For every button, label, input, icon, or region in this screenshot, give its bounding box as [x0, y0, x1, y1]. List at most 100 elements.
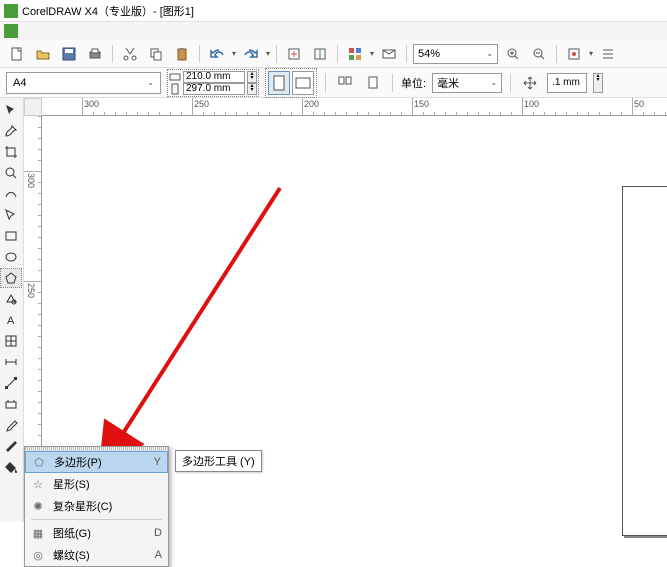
height-spinner[interactable]: ▴▾ [247, 83, 257, 95]
new-button[interactable] [6, 43, 28, 65]
nudge-icon [519, 72, 541, 94]
toolbox: A [0, 98, 24, 522]
rectangle-tool[interactable] [0, 226, 22, 246]
redo-button[interactable] [240, 43, 262, 65]
app-dropdown-icon[interactable]: ▾ [370, 49, 374, 58]
separator [392, 74, 393, 92]
welcome-button[interactable] [378, 43, 400, 65]
pick-tool[interactable] [0, 100, 22, 120]
app-launcher-button[interactable] [344, 43, 366, 65]
redo-dropdown-icon[interactable]: ▾ [266, 49, 270, 58]
standard-toolbar: ▾ ▾ ▾ 54% ⌄ ▾ [0, 40, 667, 68]
flyout-item[interactable]: ▦图纸(G)D [25, 522, 168, 544]
ellipse-tool[interactable] [0, 247, 22, 267]
separator [510, 74, 511, 92]
text-tool[interactable]: A [0, 310, 22, 330]
zoom-in-button[interactable] [502, 43, 524, 65]
flyout-item-icon: ✺ [31, 500, 45, 513]
table-tool[interactable] [0, 331, 22, 351]
portrait-button[interactable] [268, 71, 290, 95]
interactive-tool[interactable] [0, 394, 22, 414]
undo-dropdown-icon[interactable]: ▾ [232, 49, 236, 58]
flyout-item[interactable]: ⬠ 多边形(P) Y [25, 451, 168, 473]
chevron-down-icon: ⌄ [147, 78, 154, 87]
nudge-spinner[interactable]: ▴▾ [593, 73, 603, 93]
property-bar: A4 ⌄ ▴▾ ▴▾ 单位: 毫米 ⌄ ▴▾ [0, 68, 667, 98]
svg-text:A: A [7, 315, 15, 327]
tooltip: 多边形工具 (Y) [175, 450, 262, 472]
current-page-button[interactable] [362, 72, 384, 94]
flyout-item-label: 多边形(P) [54, 454, 146, 470]
flyout-item-icon: ⬠ [32, 456, 46, 469]
fill-tool[interactable] [0, 457, 22, 477]
flyout-item-icon: ◎ [31, 549, 45, 562]
tooltip-text: 多边形工具 (Y) [182, 456, 255, 468]
flyout-item-shortcut: A [155, 549, 162, 561]
eyedropper-tool[interactable] [0, 415, 22, 435]
paper-size-value: A4 [13, 77, 26, 89]
open-button[interactable] [32, 43, 54, 65]
chevron-down-icon: ⌄ [486, 49, 493, 58]
shape-tool[interactable] [0, 121, 22, 141]
flyout-item-shortcut: D [154, 527, 162, 539]
all-pages-button[interactable] [334, 72, 356, 94]
freehand-tool[interactable] [0, 184, 22, 204]
separator [276, 45, 277, 63]
units-label: 单位: [401, 75, 426, 91]
separator [556, 45, 557, 63]
chevron-down-icon: ⌄ [490, 78, 497, 87]
polygon-tool[interactable] [0, 268, 22, 288]
work-area: A 30025020015010050 300250 ⬠多边形(P)Y☆星形(S… [0, 98, 667, 522]
smart-fill-tool[interactable] [0, 205, 22, 225]
paper-size-combo[interactable]: A4 ⌄ [6, 72, 161, 94]
page-height-input[interactable] [183, 83, 245, 95]
zoom-tool[interactable] [0, 163, 22, 183]
document-bar [0, 22, 667, 40]
orientation-group [265, 68, 317, 98]
page-boundary [622, 186, 667, 536]
paste-button[interactable] [171, 43, 193, 65]
page-width-input[interactable] [183, 71, 245, 83]
undo-button[interactable] [206, 43, 228, 65]
separator [406, 45, 407, 63]
snap-dropdown-icon[interactable]: ▾ [589, 49, 593, 58]
copy-button[interactable] [145, 43, 167, 65]
flyout-item-label: 螺纹(S) [53, 547, 147, 563]
width-spinner[interactable]: ▴▾ [247, 71, 257, 83]
dimension-tool[interactable] [0, 352, 22, 372]
flyout-item-icon: ☆ [31, 478, 45, 491]
connector-tool[interactable] [0, 373, 22, 393]
crop-tool[interactable] [0, 142, 22, 162]
flyout-item[interactable]: ☆ 星形(S) [25, 473, 168, 495]
flyout-separator [31, 519, 162, 520]
height-icon [169, 83, 181, 95]
nudge-input[interactable] [547, 73, 587, 93]
outline-tool[interactable] [0, 436, 22, 456]
units-combo[interactable]: 毫米 ⌄ [432, 73, 502, 93]
zoom-combo[interactable]: 54% ⌄ [413, 44, 498, 64]
window-title: CorelDRAW X4（专业版）- [图形1] [22, 3, 194, 19]
options-button[interactable] [597, 43, 619, 65]
zoom-value: 54% [418, 48, 440, 60]
separator [112, 45, 113, 63]
save-button[interactable] [58, 43, 80, 65]
flyout-item-shortcut: Y [154, 456, 161, 468]
zoom-out-button[interactable] [528, 43, 550, 65]
flyout-item[interactable]: ✺复杂星形(C) [25, 495, 168, 517]
landscape-button[interactable] [292, 71, 314, 95]
polygon-flyout-menu: ⬠ 多边形(P) Y ☆ 星形(S) ✺复杂星形(C) ▦图纸(G)D ◎ 螺纹(S) A [24, 446, 169, 567]
export-button[interactable] [309, 43, 331, 65]
flyout-item[interactable]: ◎ 螺纹(S) A [25, 544, 168, 566]
separator [325, 74, 326, 92]
flyout-item-label: 星形(S) [53, 476, 154, 492]
units-value: 毫米 [437, 75, 459, 91]
basic-shapes-tool[interactable] [0, 289, 22, 309]
horizontal-ruler[interactable]: 30025020015010050 [42, 98, 667, 116]
import-button[interactable] [283, 43, 305, 65]
cut-button[interactable] [119, 43, 141, 65]
separator [199, 45, 200, 63]
print-button[interactable] [84, 43, 106, 65]
flyout-item-icon: ▦ [31, 527, 45, 540]
snap-button[interactable] [563, 43, 585, 65]
ruler-origin[interactable] [24, 98, 42, 116]
